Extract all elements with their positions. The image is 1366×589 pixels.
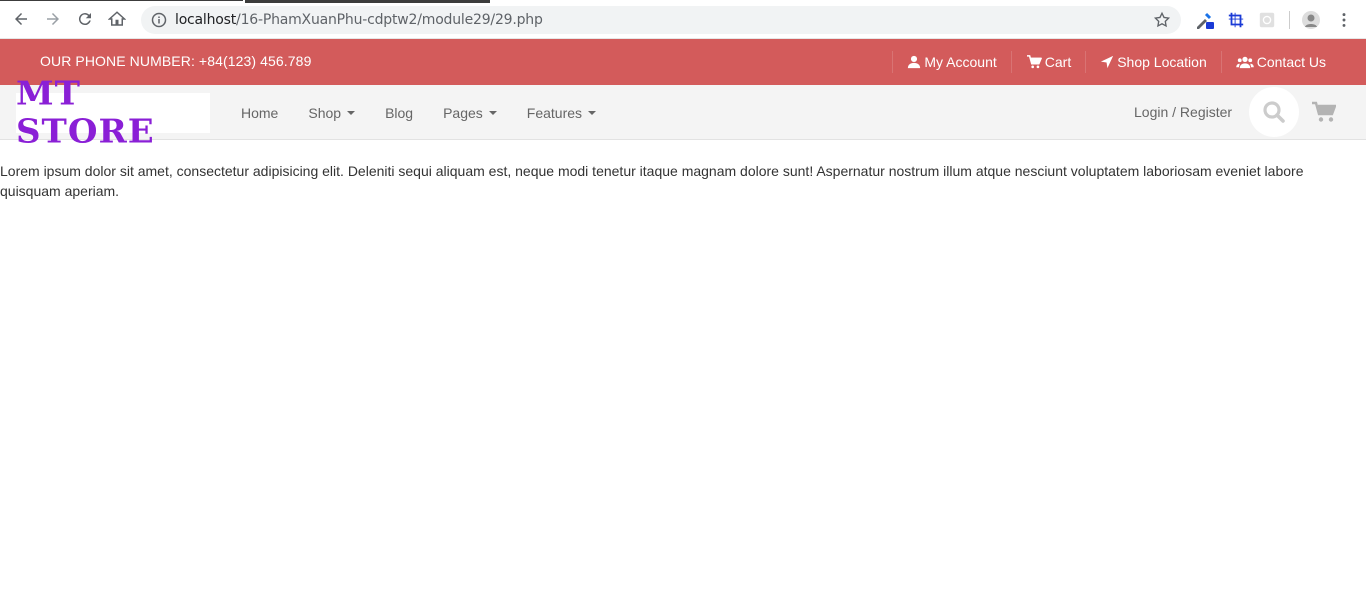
cart-label: Cart (1044, 54, 1072, 70)
extension-eyedropper-icon[interactable] (1194, 10, 1214, 30)
reload-icon (78, 13, 91, 26)
menu-item-label: Features (526, 104, 583, 121)
toolbar-divider (1289, 11, 1290, 29)
menu-item-pages[interactable]: Pages (428, 105, 512, 121)
profile-avatar-icon[interactable] (1301, 10, 1321, 30)
shop-location-label: Shop Location (1117, 54, 1207, 70)
url-host: localhost (175, 12, 237, 28)
user-icon (908, 55, 921, 69)
info-icon (151, 12, 167, 28)
extension-crop-icon[interactable] (1226, 10, 1246, 30)
extension-grid-icon[interactable] (1257, 10, 1277, 30)
menu-item-label: Home (241, 104, 279, 121)
tab-strip-edge (0, 0, 243, 1)
url-text: localhost/16-PhamXuanPhu-cdptw2/module29… (175, 12, 543, 28)
menu-item-shop[interactable]: Shop (293, 105, 370, 121)
url-path: /16-PhamXuanPhu-cdptw2/module29/29.php (236, 12, 543, 28)
forward-arrow-icon (47, 13, 59, 25)
main-navbar: MT STORE Home Shop Blog Pages Features L… (0, 75, 1366, 151)
browser-menu-icon[interactable] (1334, 10, 1354, 30)
caret-down-icon (347, 110, 356, 115)
back-arrow-icon (15, 13, 27, 25)
menu-item-features[interactable]: Features (512, 105, 611, 121)
home-icon (108, 11, 126, 26)
lorem-paragraph: Lorem ipsum dolor sit amet, consectetur … (0, 163, 1304, 199)
users-icon (1236, 56, 1254, 69)
menu-item-label: Shop (308, 104, 342, 121)
home-button[interactable] (101, 3, 133, 35)
my-account-link[interactable]: My Account (892, 51, 1010, 73)
top-links: My Account Cart Shop Location Contact Us (892, 39, 1340, 85)
location-arrow-icon (1101, 55, 1114, 69)
menu-item-label: Pages (443, 104, 483, 121)
caret-down-icon (588, 110, 597, 115)
menu-item-home[interactable]: Home (226, 105, 293, 121)
store-logo[interactable]: MT STORE (16, 75, 210, 151)
forward-button[interactable] (37, 3, 69, 35)
login-register-link[interactable]: Login / Register (1134, 104, 1232, 120)
logo-text: MT STORE (16, 75, 155, 151)
address-bar[interactable]: localhost/16-PhamXuanPhu-cdptw2/module29… (141, 6, 1181, 34)
contact-us-label: Contact Us (1256, 54, 1326, 70)
search-button[interactable] (1249, 87, 1299, 137)
bookmark-star-icon[interactable] (1153, 11, 1171, 29)
shop-location-link[interactable]: Shop Location (1085, 51, 1221, 73)
menu-item-label: Blog (385, 104, 414, 121)
browser-toolbar: localhost/16-PhamXuanPhu-cdptw2/module29… (0, 0, 1366, 39)
cart-icon (1026, 55, 1042, 69)
cart-link[interactable]: Cart (1010, 51, 1085, 73)
contact-us-link[interactable]: Contact Us (1220, 51, 1340, 73)
main-menu: Home Shop Blog Pages Features (226, 85, 611, 140)
reload-button[interactable] (69, 3, 101, 35)
phone-number: OUR PHONE NUMBER: +84(123) 456.789 (40, 53, 312, 69)
search-icon (1263, 101, 1285, 123)
back-button[interactable] (5, 3, 37, 35)
my-account-label: My Account (924, 54, 997, 70)
shopping-cart-icon[interactable] (1312, 101, 1336, 123)
caret-down-icon (488, 110, 497, 115)
active-tab-edge (245, 0, 490, 3)
menu-item-blog[interactable]: Blog (370, 105, 428, 121)
